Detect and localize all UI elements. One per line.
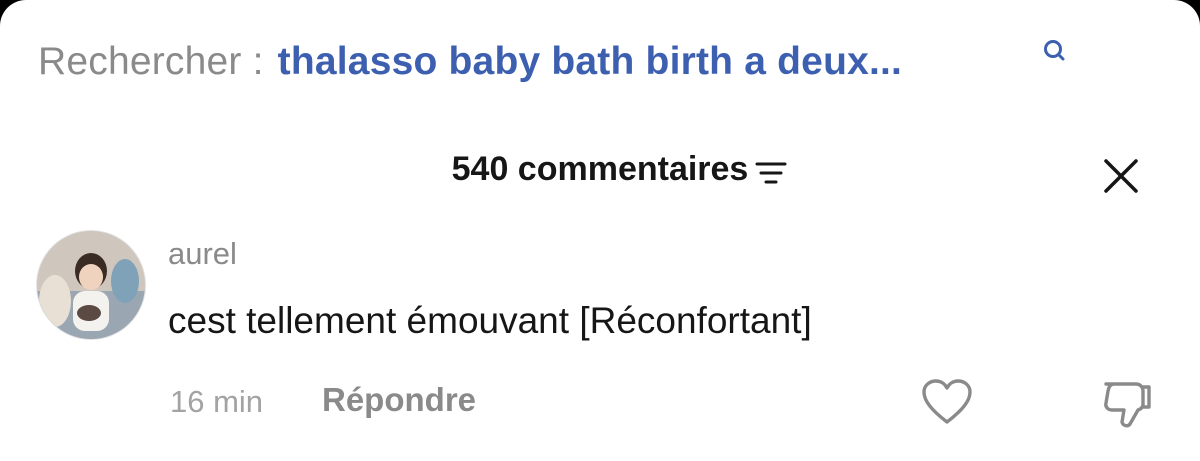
reply-button[interactable]: Répondre <box>322 381 476 419</box>
avatar[interactable] <box>36 230 146 340</box>
search-prefix: Rechercher : <box>38 40 264 83</box>
comment-username[interactable]: aurel <box>168 236 237 272</box>
heart-outline-icon[interactable] <box>920 378 974 426</box>
comment-text: cest tellement émouvant [Réconfortant] <box>168 300 812 341</box>
comments-sheet: Rechercher : thalasso baby bath birth a … <box>0 0 1200 461</box>
comments-count: 540 commentaires <box>451 150 749 188</box>
comment-item: aurel cest tellement émouvant [Réconfort… <box>36 230 1166 440</box>
search-query-link[interactable]: thalasso baby bath birth a deux... <box>278 40 902 84</box>
comments-header[interactable]: 540 commentaires <box>0 150 1200 189</box>
comment-timestamp: 16 min <box>170 384 264 419</box>
search-icon[interactable] <box>1040 36 1070 66</box>
close-icon[interactable] <box>1101 156 1141 196</box>
user-avatar-photo <box>37 231 145 339</box>
search-bar[interactable]: Rechercher : thalasso baby bath birth a … <box>38 36 902 88</box>
thumbs-down-icon[interactable] <box>1102 376 1154 428</box>
sort-lines-icon[interactable] <box>754 159 788 187</box>
